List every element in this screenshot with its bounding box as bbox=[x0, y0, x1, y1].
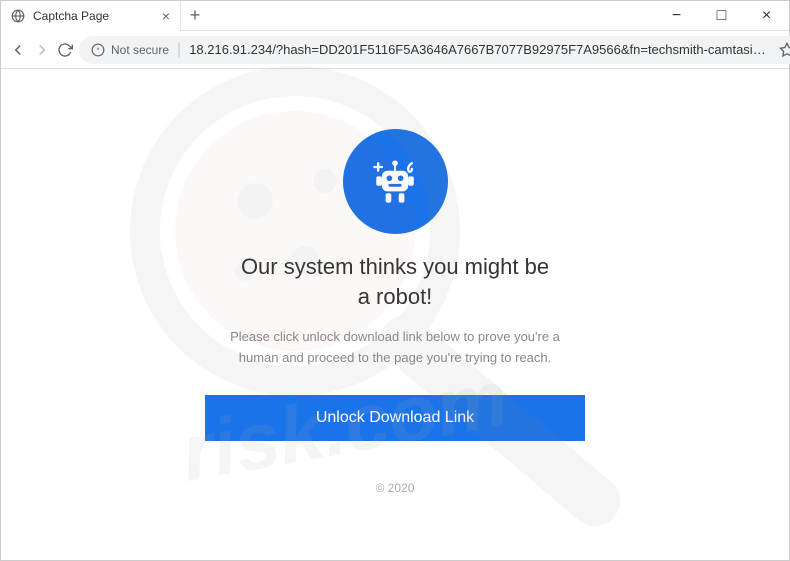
window-controls: − □ × bbox=[654, 1, 789, 31]
titlebar: Captcha Page × + − □ × bbox=[1, 1, 789, 31]
toolbar: Not secure | 18.216.91.234/?hash=DD201F5… bbox=[1, 31, 789, 69]
forward-button[interactable] bbox=[33, 36, 51, 64]
unlock-download-button[interactable]: Unlock Download Link bbox=[205, 395, 585, 441]
window-close-button[interactable]: × bbox=[744, 1, 789, 31]
page-heading: Our system thinks you might be a robot! bbox=[235, 252, 555, 311]
back-button[interactable] bbox=[9, 36, 27, 64]
warning-icon bbox=[91, 43, 105, 57]
maximize-button[interactable]: □ bbox=[699, 1, 744, 31]
security-indicator[interactable]: Not secure bbox=[91, 43, 169, 57]
copyright-text: © 2020 bbox=[376, 481, 415, 495]
new-tab-button[interactable]: + bbox=[181, 2, 209, 30]
star-icon[interactable] bbox=[778, 41, 790, 59]
page-subtext: Please click unlock download link below … bbox=[225, 327, 565, 369]
tab-title: Captcha Page bbox=[33, 9, 154, 23]
minimize-button[interactable]: − bbox=[654, 1, 699, 31]
tab-close-button[interactable]: × bbox=[162, 8, 170, 24]
robot-icon bbox=[365, 152, 425, 212]
robot-icon-circle bbox=[343, 129, 448, 234]
globe-icon bbox=[11, 9, 25, 23]
page-content: Our system thinks you might be a robot! … bbox=[1, 69, 789, 560]
browser-tab[interactable]: Captcha Page × bbox=[1, 1, 181, 31]
security-label: Not secure bbox=[111, 43, 169, 57]
address-bar[interactable]: Not secure | 18.216.91.234/?hash=DD201F5… bbox=[79, 36, 790, 64]
reload-button[interactable] bbox=[57, 36, 73, 64]
url-text: 18.216.91.234/?hash=DD201F5116F5A3646A76… bbox=[189, 42, 770, 57]
browser-window: Captcha Page × + − □ × Not secure | 18.2… bbox=[0, 0, 790, 561]
